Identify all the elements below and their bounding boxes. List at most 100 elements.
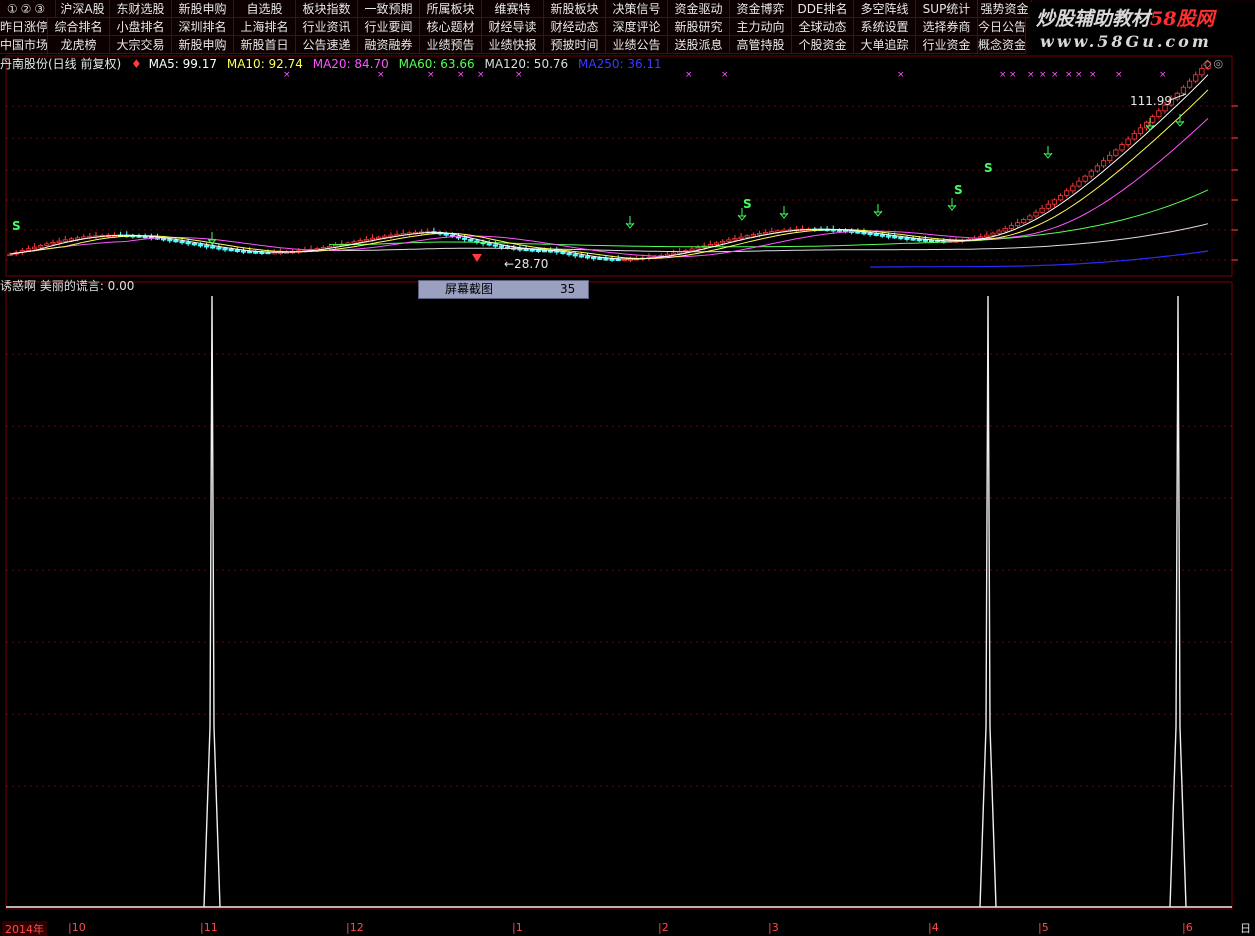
- menu-item[interactable]: 全球动态: [792, 18, 854, 36]
- candle-body: [1082, 175, 1088, 182]
- candle-body: [1180, 86, 1187, 94]
- candle-body: [529, 249, 535, 252]
- menu-item[interactable]: 新股研究: [668, 18, 730, 36]
- menu-item[interactable]: 昨日涨停: [0, 18, 48, 36]
- menu-item[interactable]: 东财选股: [110, 0, 172, 18]
- menu-item[interactable]: 多空阵线: [854, 0, 916, 18]
- menu-item[interactable]: 新股申购: [172, 36, 234, 54]
- candle-body: [707, 244, 713, 247]
- candle-body: [222, 248, 228, 251]
- top-mark-icon: ×: [897, 70, 905, 80]
- candle-body: [1113, 149, 1119, 156]
- menu-item[interactable]: 核心题材: [420, 18, 482, 36]
- candle-body: [578, 255, 584, 258]
- menu-item[interactable]: 深圳排名: [172, 18, 234, 36]
- menu-item[interactable]: 业绩公告: [606, 36, 668, 54]
- menu-item[interactable]: 选择券商: [916, 18, 978, 36]
- menu-item[interactable]: 融资融券: [358, 36, 420, 54]
- candle-body: [885, 235, 892, 238]
- brand-url: www.58Gu.com: [1040, 32, 1212, 51]
- menu-item[interactable]: SUP统计: [916, 0, 978, 18]
- menu-item[interactable]: 深度评论: [606, 18, 668, 36]
- candle-body: [1057, 195, 1064, 201]
- brand-line1b: 58股网: [1150, 8, 1215, 30]
- time-axis-tick: |11: [200, 921, 218, 934]
- menu-item[interactable]: 自选股: [234, 0, 296, 18]
- gear-icon[interactable]: ◎: [1213, 57, 1225, 70]
- time-axis-tick: |3: [768, 921, 779, 934]
- menu-item[interactable]: 行业资金: [916, 36, 978, 54]
- menu-item[interactable]: 概念资金: [978, 36, 1026, 54]
- menu-item[interactable]: 上海排名: [234, 18, 296, 36]
- brand-line1a: 炒股辅助教材: [1036, 8, 1151, 30]
- menu-item[interactable]: 龙虎榜: [48, 36, 110, 54]
- candle-body: [597, 257, 603, 260]
- candle-body: [603, 258, 609, 261]
- low-price-label: ←28.70: [504, 257, 548, 271]
- diamond-icon[interactable]: ◇: [1203, 57, 1213, 70]
- candle-body: [492, 244, 498, 247]
- candle-body: [44, 243, 50, 246]
- menu-item[interactable]: 主力动向: [730, 18, 792, 36]
- menu-item[interactable]: 行业要闻: [358, 18, 420, 36]
- menu-item[interactable]: 综合排名: [48, 18, 110, 36]
- menu-item[interactable]: 决策信号: [606, 0, 668, 18]
- candle-body: [1137, 127, 1144, 134]
- price-chart[interactable]: SSSS× × × × × × × × × × × × × × × × × × ×111.99←28.70: [0, 54, 1255, 920]
- menu-item[interactable]: 预披时间: [544, 36, 606, 54]
- top-mark-icon: ×: [1051, 70, 1059, 80]
- menu-item[interactable]: 新股首日: [234, 36, 296, 54]
- menu-item[interactable]: 资金驱动: [668, 0, 730, 18]
- candle-body: [203, 245, 210, 248]
- time-axis-tick: |12: [346, 921, 364, 934]
- candle-body: [173, 239, 179, 243]
- buy-arrow-icon: [1043, 146, 1053, 159]
- menu-item[interactable]: 维赛特: [482, 0, 544, 18]
- candle-body: [185, 241, 191, 245]
- menu-item[interactable]: 板块指数: [296, 0, 358, 18]
- menu-item[interactable]: 中国市场: [0, 36, 48, 54]
- menu-item[interactable]: 强势资金: [978, 0, 1032, 18]
- candle-body: [566, 252, 572, 256]
- screenshot-tooltip[interactable]: 屏幕截图 35: [418, 280, 589, 299]
- menu-item[interactable]: 财经导读: [482, 18, 544, 36]
- period-label[interactable]: 日: [1240, 920, 1251, 936]
- menu-item[interactable]: DDE排名: [792, 0, 854, 18]
- menu-item[interactable]: 所属板块: [420, 0, 482, 18]
- candle-body: [670, 252, 677, 255]
- menu-item[interactable]: 送股派息: [668, 36, 730, 54]
- menu-page-icons[interactable]: ①②③: [0, 0, 56, 18]
- candle-body: [68, 238, 75, 241]
- menu-item[interactable]: 大单追踪: [854, 36, 916, 54]
- indicator-spike: [1169, 295, 1187, 908]
- menu-item[interactable]: 资金博弈: [730, 0, 792, 18]
- candle-body: [74, 237, 81, 240]
- candle-body: [720, 240, 726, 244]
- candle-body: [750, 234, 756, 237]
- menu-item[interactable]: 行业资讯: [296, 18, 358, 36]
- ma250-label: MA250: 36.11: [578, 57, 662, 71]
- menu-item[interactable]: 个股资金: [792, 36, 854, 54]
- menu-item[interactable]: 业绩预告: [420, 36, 482, 54]
- menu-item[interactable]: 小盘排名: [110, 18, 172, 36]
- menu-item[interactable]: 新股板块: [544, 0, 606, 18]
- menu-item[interactable]: 大宗交易: [110, 36, 172, 54]
- candle-body: [763, 232, 769, 235]
- candle-body: [486, 243, 492, 246]
- menu-item[interactable]: 一致预期: [358, 0, 420, 18]
- menu-item[interactable]: 沪深A股: [56, 0, 110, 18]
- menu-item[interactable]: 新股申购: [172, 0, 234, 18]
- menu-row-3: 中国市场 龙虎榜 大宗交易 新股申购 新股首日 公告速递 融资融券 业绩预告 业绩快报 预披时间业…: [0, 36, 1040, 54]
- candle-body: [191, 243, 197, 246]
- signal-s-icon: S: [12, 219, 21, 233]
- menu-item[interactable]: 财经动态: [544, 18, 606, 36]
- menu-item[interactable]: 业绩快报: [482, 36, 544, 54]
- indicator-spike: [979, 295, 997, 908]
- menu-item[interactable]: 今日公告: [978, 18, 1026, 36]
- candle-body: [357, 240, 363, 243]
- menu-row-1: ①②③ 沪深A股 东财选股 新股申购 自选股 板块指数 一致预期 所属板块 维赛特 新股板块 决策信…: [0, 0, 1040, 18]
- menu-item[interactable]: 高管持股: [730, 36, 792, 54]
- menu-item[interactable]: 系统设置: [854, 18, 916, 36]
- panel-buttons[interactable]: ◇◎: [1203, 57, 1225, 70]
- menu-item[interactable]: 公告速递: [296, 36, 358, 54]
